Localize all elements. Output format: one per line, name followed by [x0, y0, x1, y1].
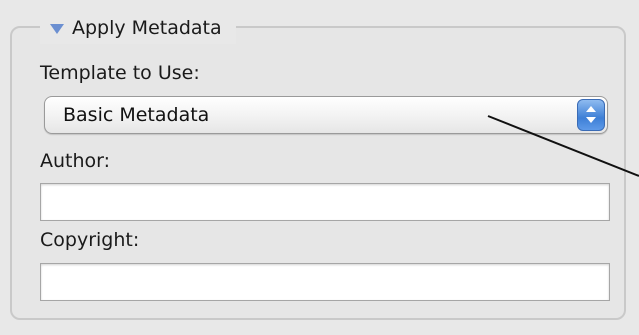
metadata-panel-screenshot: Apply Metadata Template to Use: Basic Me…	[0, 0, 639, 335]
callout-line	[487, 115, 639, 177]
